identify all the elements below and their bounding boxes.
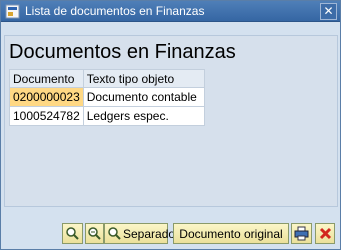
page-title: Documentos en Finanzas (9, 41, 236, 63)
content-panel: Documentos en Finanzas Documento Texto t… (4, 35, 338, 207)
documents-table: Documento Texto tipo objeto 0200000023 D… (9, 69, 205, 126)
sap-window-icon (5, 4, 20, 19)
magnifier-detail-icon (87, 226, 102, 241)
display-button[interactable] (62, 223, 83, 244)
printer-icon (294, 226, 309, 241)
table-header-row: Documento Texto tipo objeto (9, 69, 205, 88)
cell-documento[interactable]: 0200000023 (9, 87, 84, 107)
button-bar: Separado Documento original (1, 211, 340, 249)
cell-texto-tipo-objeto[interactable]: Ledgers espec. (82, 106, 205, 126)
column-header-texto-tipo-objeto[interactable]: Texto tipo objeto (82, 69, 205, 88)
table-row[interactable]: 0200000023 Documento contable (9, 87, 205, 107)
cell-documento[interactable]: 1000524782 (9, 106, 84, 126)
close-icon[interactable]: ✕ (320, 3, 337, 20)
cell-texto-tipo-objeto[interactable]: Documento contable (82, 87, 205, 107)
column-header-documento[interactable]: Documento (9, 69, 84, 88)
detail-button[interactable] (85, 223, 104, 244)
magnifier-icon (65, 226, 80, 241)
separado-label: Separado (123, 226, 176, 241)
cancel-button[interactable] (315, 223, 335, 244)
print-button[interactable] (291, 223, 312, 244)
separado-button[interactable]: Separado (104, 223, 175, 244)
documento-original-button[interactable]: Documento original (173, 223, 289, 244)
title-bar: Lista de documentos en Finanzas ✕ (1, 1, 340, 22)
table-row[interactable]: 1000524782 Ledgers espec. (9, 106, 205, 126)
documento-original-label: Documento original (179, 226, 283, 241)
window-title: Lista de documentos en Finanzas (25, 4, 205, 18)
cancel-icon (319, 227, 332, 240)
magnifier-detail-icon (107, 226, 122, 241)
dialog-window: Lista de documentos en Finanzas ✕ Docume… (0, 0, 341, 250)
